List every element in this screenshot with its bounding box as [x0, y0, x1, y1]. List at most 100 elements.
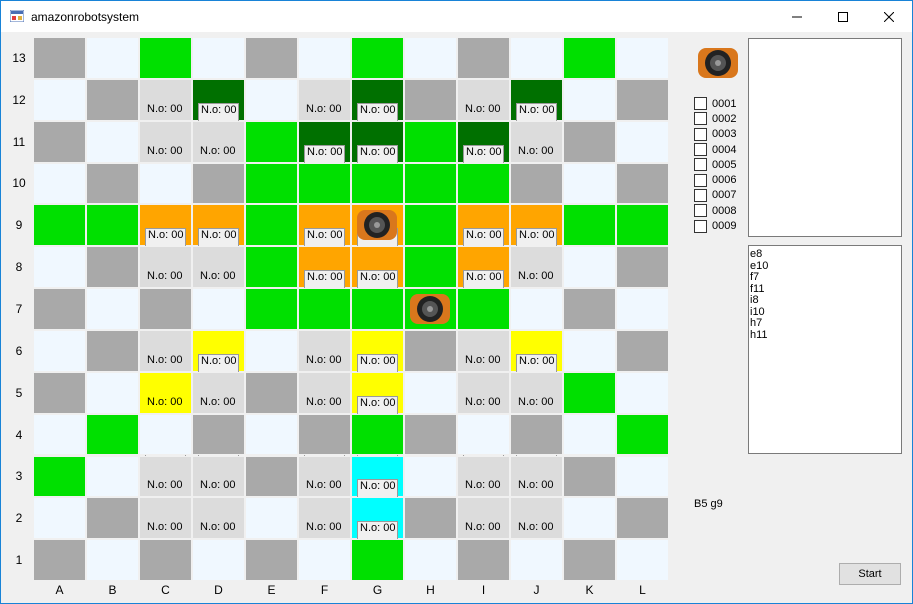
grid-cell-c10[interactable]	[139, 162, 192, 205]
grid-cell-b12[interactable]	[86, 78, 139, 121]
start-button[interactable]: Start	[839, 563, 901, 585]
grid-cell-h5[interactable]	[404, 371, 457, 414]
grid-cell-l8[interactable]	[616, 246, 669, 289]
grid-cell-k6[interactable]	[563, 329, 616, 372]
grid-cell-f10[interactable]	[298, 162, 351, 205]
grid-cell-b3[interactable]	[86, 455, 139, 498]
grid-cell-g7[interactable]	[351, 288, 404, 330]
grid-cell-h12[interactable]	[404, 78, 457, 121]
grid-cell-e7[interactable]	[245, 288, 298, 330]
grid-cell-i10[interactable]	[457, 162, 510, 205]
grid-cell-e13[interactable]	[245, 37, 298, 79]
grid-cell-e1[interactable]	[245, 539, 298, 582]
minimize-button[interactable]	[774, 1, 820, 32]
position-list-item[interactable]: f7	[750, 271, 901, 284]
grid-cell-h13[interactable]	[404, 37, 457, 79]
close-button[interactable]	[866, 1, 912, 32]
grid-cell-h10[interactable]	[404, 162, 457, 205]
grid-cell-h1[interactable]	[404, 539, 457, 582]
position-list-item[interactable]: h7	[750, 317, 901, 330]
grid-cell-l6[interactable]	[616, 329, 669, 372]
grid-cell-f4[interactable]	[298, 413, 351, 456]
grid-cell-c1[interactable]	[139, 539, 192, 582]
position-list-item[interactable]: h11	[750, 329, 901, 342]
grid-cell-c7[interactable]	[139, 288, 192, 330]
grid-cell-a2[interactable]	[33, 497, 86, 540]
robot-checkbox-item[interactable]: 0004	[694, 142, 736, 157]
grid-cell-j7[interactable]	[510, 288, 563, 330]
grid-cell-e10[interactable]	[245, 162, 298, 205]
maximize-button[interactable]	[820, 1, 866, 32]
position-list-item[interactable]: i8	[750, 294, 901, 307]
robot-checkbox-item[interactable]: 0007	[694, 188, 736, 203]
grid-cell-l13[interactable]	[616, 37, 669, 79]
grid-cell-j13[interactable]	[510, 37, 563, 79]
grid-cell-k2[interactable]	[563, 497, 616, 540]
grid-cell-j10[interactable]	[510, 162, 563, 205]
grid-cell-l9[interactable]	[616, 204, 669, 247]
robot-checkbox-item[interactable]: 0009	[694, 218, 736, 233]
checkbox[interactable]	[694, 97, 707, 111]
grid-cell-a10[interactable]	[33, 162, 86, 205]
grid-cell-l12[interactable]	[616, 78, 669, 121]
grid-cell-h2[interactable]	[404, 497, 457, 540]
grid-cell-k11[interactable]	[563, 120, 616, 163]
grid-cell-l3[interactable]	[616, 455, 669, 498]
grid-cell-g10[interactable]	[351, 162, 404, 205]
grid-cell-a3[interactable]	[33, 455, 86, 498]
grid-cell-b10[interactable]	[86, 162, 139, 205]
checkbox[interactable]	[694, 219, 707, 233]
grid-cell-i4[interactable]	[457, 413, 510, 456]
grid-cell-e5[interactable]	[245, 371, 298, 414]
checkbox[interactable]	[694, 127, 707, 141]
position-list-item[interactable]: e8	[750, 248, 901, 261]
grid-cell-b1[interactable]	[86, 539, 139, 582]
grid-cell-a8[interactable]	[33, 246, 86, 289]
grid-cell-l5[interactable]	[616, 371, 669, 414]
grid-cell-d13[interactable]	[192, 37, 245, 79]
grid-cell-j4[interactable]	[510, 413, 563, 456]
grid-cell-l4[interactable]	[616, 413, 669, 456]
robot-checkbox-item[interactable]: 0008	[694, 203, 736, 218]
grid-cell-k3[interactable]	[563, 455, 616, 498]
position-list-item[interactable]: i10	[750, 306, 901, 319]
checkbox[interactable]	[694, 143, 707, 157]
grid-cell-a7[interactable]	[33, 288, 86, 330]
grid-cell-i13[interactable]	[457, 37, 510, 79]
grid-cell-l7[interactable]	[616, 288, 669, 330]
position-list-item[interactable]: e10	[750, 260, 901, 273]
grid-cell-e11[interactable]	[245, 120, 298, 163]
grid-cell-i7[interactable]	[457, 288, 510, 330]
grid-cell-b7[interactable]	[86, 288, 139, 330]
grid-cell-k9[interactable]	[563, 204, 616, 247]
positions-list[interactable]: e8 e10 f7 f11 i8 i10 h7 h11	[748, 245, 902, 454]
grid-cell-d1[interactable]	[192, 539, 245, 582]
grid-cell-e6[interactable]	[245, 329, 298, 372]
robot-icon[interactable]	[408, 292, 452, 326]
grid-cell-k12[interactable]	[563, 78, 616, 121]
robot-icon[interactable]	[355, 208, 399, 242]
grid-cell-b2[interactable]	[86, 497, 139, 540]
grid-cell-d7[interactable]	[192, 288, 245, 330]
grid-cell-a6[interactable]	[33, 329, 86, 372]
grid-cell-e8[interactable]	[245, 246, 298, 289]
grid-cell-d10[interactable]	[192, 162, 245, 205]
robot-checkbox-item[interactable]: 0003	[694, 127, 736, 142]
grid-cell-a4[interactable]	[33, 413, 86, 456]
grid-cell-b9[interactable]	[86, 204, 139, 247]
grid-cell-g13[interactable]	[351, 37, 404, 79]
grid-cell-e3[interactable]	[245, 455, 298, 498]
grid-cell-e4[interactable]	[245, 413, 298, 456]
grid-cell-b6[interactable]	[86, 329, 139, 372]
robot-checkbox-item[interactable]: 0005	[694, 157, 736, 172]
grid-cell-f1[interactable]	[298, 539, 351, 582]
grid-cell-f13[interactable]	[298, 37, 351, 79]
grid-cell-h3[interactable]	[404, 455, 457, 498]
grid-cell-e2[interactable]	[245, 497, 298, 540]
checkbox[interactable]	[694, 112, 707, 126]
grid-cell-b4[interactable]	[86, 413, 139, 456]
grid-cell-h4[interactable]	[404, 413, 457, 456]
robot-checkbox-item[interactable]: 0002	[694, 111, 736, 126]
grid-cell-k13[interactable]	[563, 37, 616, 79]
grid-cell-c13[interactable]	[139, 37, 192, 79]
